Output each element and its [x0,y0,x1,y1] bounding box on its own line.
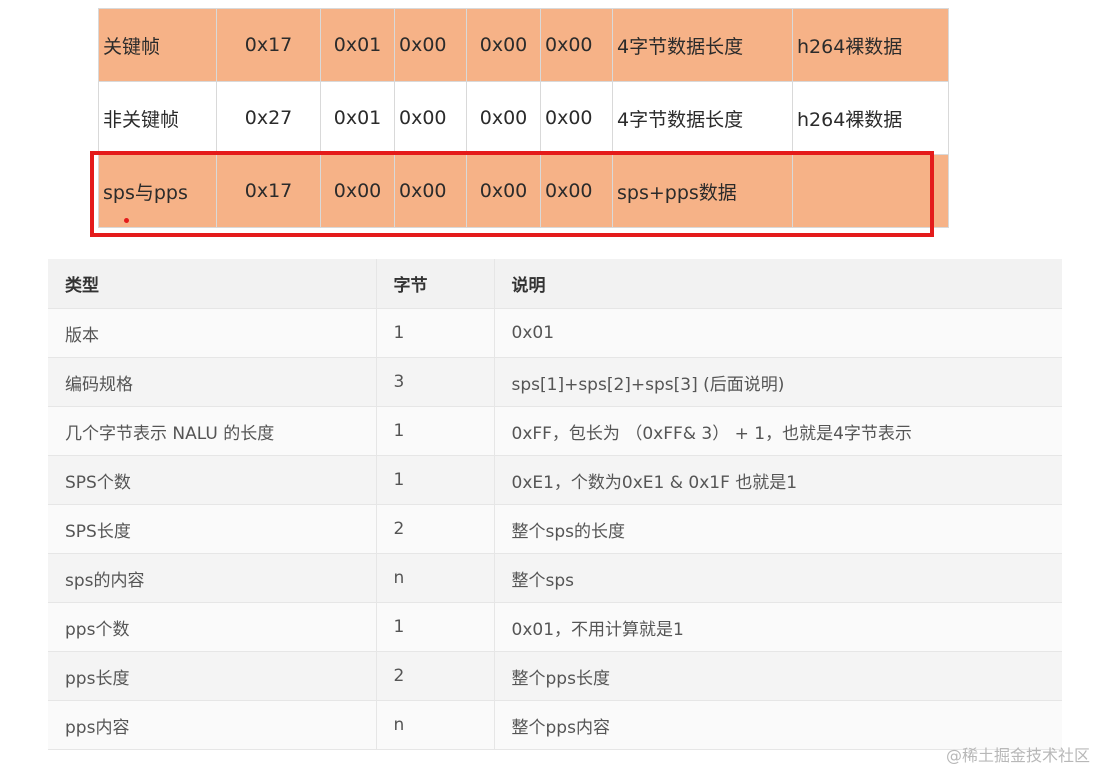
flv-video-tag-table: 关键帧 0x17 0x01 0x00 0x00 0x00 4字节数据长度 h26… [98,8,949,228]
table-cell: 0x00 [320,154,395,228]
table-cell: 1 [375,308,494,358]
table-cell: SPS长度 [48,504,376,554]
table-row: 版本 1 0x01 [48,308,1062,358]
table-cell: pps个数 [48,602,376,652]
table-cell: 1 [375,602,494,652]
table-cell: 非关键帧 [98,81,217,155]
table-row: SPS长度 2 整个sps的长度 [48,504,1062,554]
table-cell: 0x01 [320,8,395,82]
table-cell: h264裸数据 [792,81,949,155]
table-cell: 整个sps的长度 [493,504,1062,554]
table-cell: 0x00 [540,8,613,82]
table-cell: sps+pps数据 [612,154,793,228]
table-cell: 0xFF，包长为 （0xFF& 3） + 1，也就是4字节表示 [493,406,1062,456]
column-header-type: 类型 [48,259,376,309]
table-cell: sps的内容 [48,553,376,603]
column-header-bytes: 字节 [375,259,494,309]
table-row: pps内容 n 整个pps内容 [48,700,1062,750]
table-row: pps长度 2 整个pps长度 [48,651,1062,701]
table-cell: h264裸数据 [792,8,949,82]
table-cell [792,154,949,228]
table-cell: 0x00 [394,154,467,228]
table-cell: 0x00 [466,8,541,82]
table-cell: 0x00 [394,81,467,155]
table-cell: 0x17 [216,154,321,228]
table-row-non-keyframe: 非关键帧 0x27 0x01 0x00 0x00 0x00 4字节数据长度 h2… [98,81,949,155]
table-row-keyframe: 关键帧 0x17 0x01 0x00 0x00 0x00 4字节数据长度 h26… [98,8,949,82]
table-cell: 0x00 [466,81,541,155]
table-cell: 4字节数据长度 [612,8,793,82]
table-header-row: 类型 字节 说明 [48,259,1062,309]
table-cell: pps长度 [48,651,376,701]
table-cell: pps内容 [48,700,376,750]
table-cell: 关键帧 [98,8,217,82]
table-cell: 0x17 [216,8,321,82]
table-cell: 3 [375,357,494,407]
table-cell: 0x01，不用计算就是1 [493,602,1062,652]
table-cell: 1 [375,455,494,505]
table-row: pps个数 1 0x01，不用计算就是1 [48,602,1062,652]
table-cell: n [375,553,494,603]
table-row: SPS个数 1 0xE1，个数为0xE1 & 0x1F 也就是1 [48,455,1062,505]
table-row: 编码规格 3 sps[1]+sps[2]+sps[3] (后面说明) [48,357,1062,407]
watermark: @稀土掘金技术社区 [945,746,1090,765]
table-cell: n [375,700,494,750]
table-cell: 0x01 [493,308,1062,358]
avc-config-table: 类型 字节 说明 版本 1 0x01 编码规格 3 sps[1]+sps[2]+… [48,259,1062,750]
table-cell: 2 [375,651,494,701]
table-cell: 0x00 [394,8,467,82]
table-cell: 4字节数据长度 [612,81,793,155]
table-row-sps-pps: sps与pps 0x17 0x00 0x00 0x00 0x00 sps+pps… [98,154,949,228]
table-cell: 2 [375,504,494,554]
cursor-dot [124,218,129,223]
table-row: sps的内容 n 整个sps [48,553,1062,603]
table-cell: 整个pps长度 [493,651,1062,701]
table-cell: SPS个数 [48,455,376,505]
table-cell: 0x27 [216,81,321,155]
table-row: 几个字节表示 NALU 的长度 1 0xFF，包长为 （0xFF& 3） + 1… [48,406,1062,456]
table-cell: 0xE1，个数为0xE1 & 0x1F 也就是1 [493,455,1062,505]
table-cell: 几个字节表示 NALU 的长度 [48,406,376,456]
table-cell: sps[1]+sps[2]+sps[3] (后面说明) [493,357,1062,407]
table-cell: 0x00 [466,154,541,228]
table-cell: 版本 [48,308,376,358]
table-cell: 1 [375,406,494,456]
table-cell: sps与pps [98,154,217,228]
column-header-description: 说明 [493,259,1062,309]
table-cell: 编码规格 [48,357,376,407]
table-cell: 整个sps [493,553,1062,603]
table-cell: 0x01 [320,81,395,155]
table-cell: 0x00 [540,81,613,155]
table-cell: 0x00 [540,154,613,228]
